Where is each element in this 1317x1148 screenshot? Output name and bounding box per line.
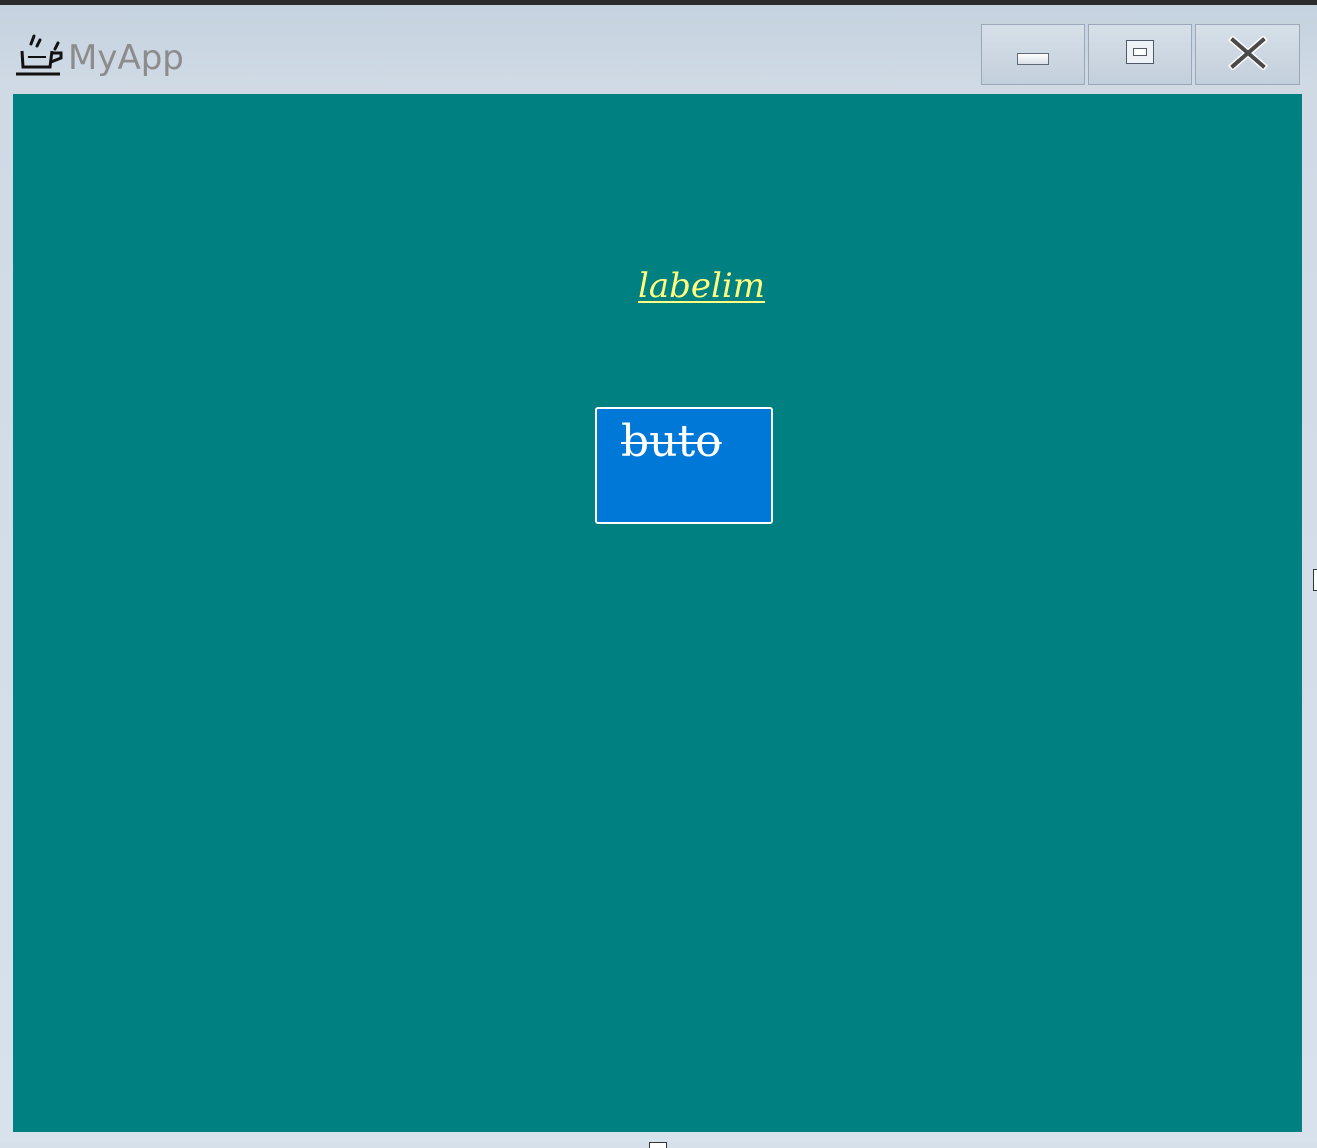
main-button-label: buto <box>621 416 722 467</box>
minimize-icon <box>1017 52 1049 65</box>
app-window: MyApp labelim buto <box>0 0 1317 1148</box>
resize-handle-right[interactable] <box>1313 569 1317 591</box>
maximize-icon-inner <box>1133 47 1147 56</box>
label-text: labelim <box>638 266 766 306</box>
content-panel: labelim buto <box>13 94 1302 1132</box>
close-button[interactable] <box>1195 24 1300 85</box>
maximize-button[interactable] <box>1088 24 1192 85</box>
maximize-icon <box>1126 39 1154 64</box>
main-button[interactable]: buto <box>595 407 773 524</box>
coffee-cup-icon <box>14 31 64 77</box>
title-bar[interactable]: MyApp <box>0 5 1317 89</box>
minimize-button[interactable] <box>981 24 1085 85</box>
close-icon <box>1227 34 1268 74</box>
window-title: MyApp <box>68 38 184 78</box>
